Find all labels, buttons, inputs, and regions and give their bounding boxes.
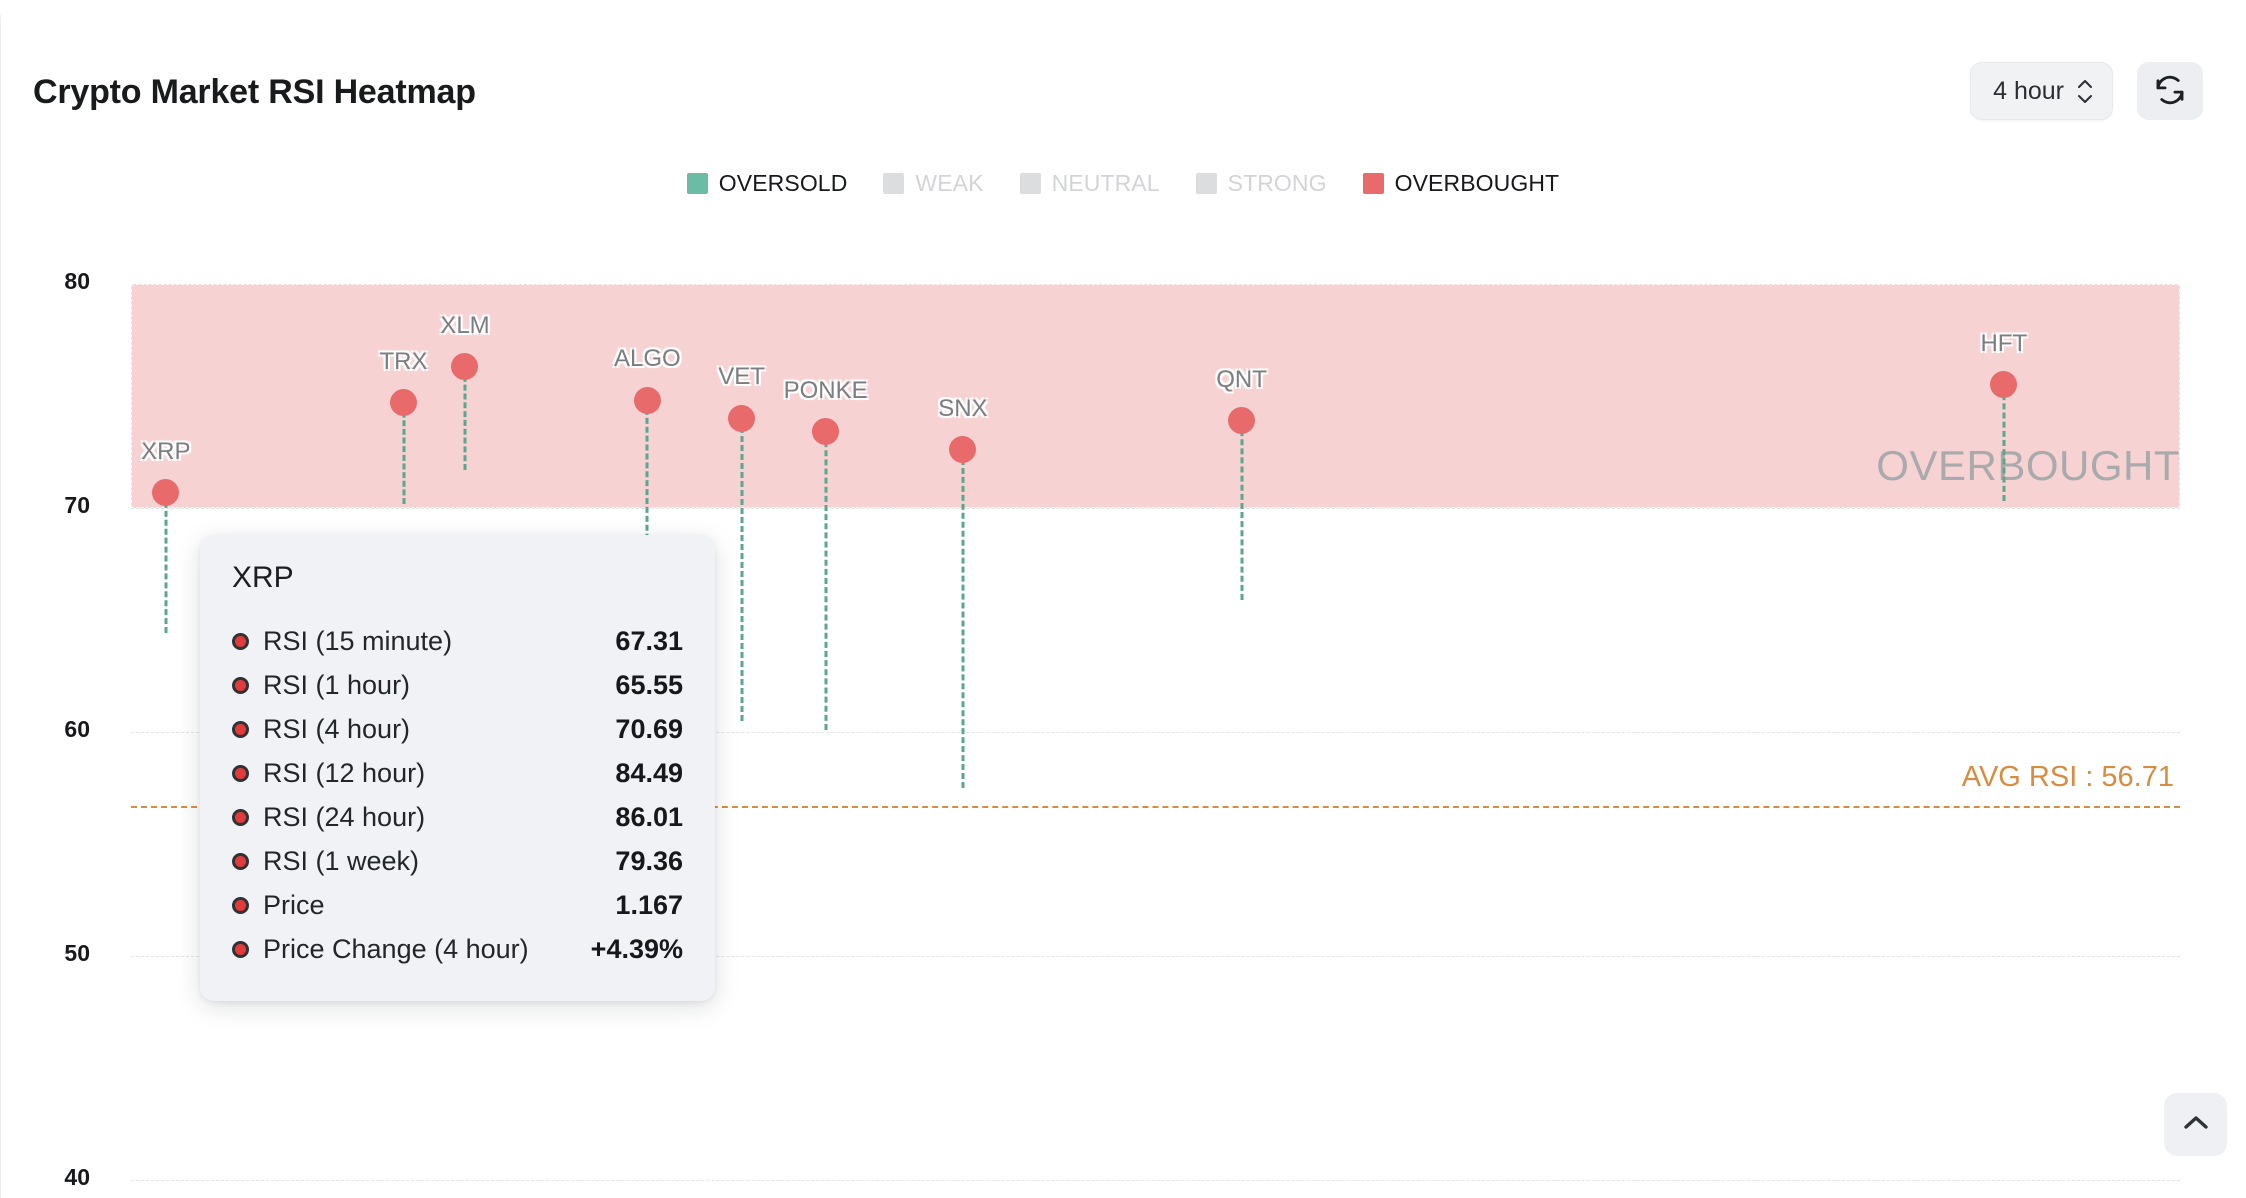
legend-item-label: WEAK bbox=[915, 170, 984, 196]
tooltip-row: RSI (1 week) 79.36 bbox=[232, 839, 683, 883]
marker-label: VET bbox=[718, 363, 765, 391]
tooltip-row-key: RSI (1 week) bbox=[263, 845, 420, 876]
tooltip-row: Price 1.167 bbox=[232, 883, 683, 927]
tooltip-row-key: RSI (1 hour) bbox=[263, 669, 411, 700]
chevron-up-icon bbox=[2181, 1113, 2211, 1136]
marker-label: PONKE bbox=[783, 376, 868, 404]
bullet-icon bbox=[232, 764, 249, 782]
marker-stem bbox=[2002, 384, 2006, 502]
legend-swatch-icon bbox=[883, 173, 905, 194]
legend-item-weak[interactable]: WEAK bbox=[883, 170, 983, 197]
tooltip-row-value: 84.49 bbox=[615, 757, 683, 788]
tooltip-row-key: RSI (4 hour) bbox=[263, 713, 411, 744]
legend: OVERSOLD WEAK NEUTRAL STRONG OVERBOUGHT bbox=[0, 170, 2246, 197]
y-axis-tick-label: 70 bbox=[64, 492, 90, 518]
marker-stem bbox=[740, 418, 744, 721]
tooltip-row-value: 79.36 bbox=[615, 845, 683, 876]
y-axis-tick-label: 40 bbox=[64, 1164, 90, 1190]
overbought-band bbox=[131, 284, 2180, 508]
tooltip-row-value: +4.39% bbox=[590, 933, 683, 964]
tooltip-row: RSI (4 hour) 70.69 bbox=[232, 707, 683, 751]
legend-item-label: NEUTRAL bbox=[1051, 170, 1160, 196]
legend-swatch-icon bbox=[1362, 173, 1384, 194]
legend-item-label: STRONG bbox=[1227, 170, 1327, 196]
marker-label: TRX bbox=[379, 347, 428, 375]
tooltip-rows: RSI (15 minute) 67.31 RSI (1 hour) 65.55 RSI… bbox=[232, 619, 683, 971]
y-axis-tick-label: 80 bbox=[64, 268, 90, 294]
marker-dot[interactable] bbox=[1990, 371, 2018, 399]
tooltip-row-key: RSI (12 hour) bbox=[263, 757, 426, 788]
marker-label: XLM bbox=[440, 311, 490, 339]
header-controls: 4 hour bbox=[1970, 62, 2203, 120]
page-header: Crypto Market RSI Heatmap 4 hour bbox=[0, 0, 2246, 148]
legend-item-oversold[interactable]: OVERSOLD bbox=[686, 170, 848, 197]
tooltip-row-value: 70.69 bbox=[615, 713, 683, 744]
marker-label: QNT bbox=[1216, 365, 1267, 393]
legend-item-strong[interactable]: STRONG bbox=[1195, 170, 1327, 197]
marker-label: ALGO bbox=[613, 345, 681, 373]
marker-dot[interactable] bbox=[152, 479, 180, 507]
legend-swatch-icon bbox=[1195, 173, 1217, 194]
tooltip-row-value: 67.31 bbox=[615, 625, 683, 656]
page-title: Crypto Market RSI Heatmap bbox=[33, 73, 476, 111]
legend-item-label: OVERBOUGHT bbox=[1394, 170, 1560, 196]
chevron-up-down-icon bbox=[2076, 79, 2094, 104]
marker-stem bbox=[1240, 420, 1244, 600]
bullet-icon bbox=[232, 632, 249, 650]
gridline bbox=[131, 1180, 2180, 1181]
marker-dot[interactable] bbox=[812, 418, 840, 446]
legend-swatch-icon bbox=[686, 173, 708, 194]
marker-stem bbox=[463, 366, 467, 470]
marker-stem bbox=[402, 402, 406, 504]
legend-swatch-icon bbox=[1019, 173, 1041, 194]
timeframe-select[interactable]: 4 hour bbox=[1970, 62, 2113, 120]
gridline bbox=[131, 508, 2180, 509]
marker-dot[interactable] bbox=[633, 386, 661, 414]
avg-rsi-label: AVG RSI : 56.71 bbox=[1961, 760, 2174, 793]
legend-item-overbought[interactable]: OVERBOUGHT bbox=[1362, 170, 1560, 197]
overbought-watermark: OVERBOUGHT bbox=[1876, 442, 2180, 489]
rsi-heatmap-page: Crypto Market RSI Heatmap 4 hour OVERSOL… bbox=[0, 0, 2246, 1198]
marker-dot[interactable] bbox=[949, 436, 977, 464]
timeframe-value: 4 hour bbox=[1993, 76, 2064, 105]
tooltip-row-key: RSI (15 minute) bbox=[263, 625, 453, 656]
bullet-icon bbox=[232, 676, 249, 694]
tooltip-row: Price Change (4 hour) +4.39% bbox=[232, 927, 683, 971]
tooltip-row: RSI (15 minute) 67.31 bbox=[232, 619, 683, 663]
tooltip-title: XRP bbox=[232, 561, 294, 594]
bullet-icon bbox=[232, 808, 249, 826]
legend-item-neutral[interactable]: NEUTRAL bbox=[1019, 170, 1160, 197]
tooltip-row-key: Price bbox=[263, 889, 325, 920]
bullet-icon bbox=[232, 896, 249, 914]
tooltip-row: RSI (24 hour) 86.01 bbox=[232, 795, 683, 839]
scroll-to-top-button[interactable] bbox=[2164, 1093, 2227, 1156]
marker-label: SNX bbox=[938, 394, 988, 422]
marker-label: HFT bbox=[1980, 329, 2028, 357]
marker-stem bbox=[164, 492, 168, 634]
tooltip-row: RSI (1 hour) 65.55 bbox=[232, 663, 683, 707]
y-axis-tick-label: 60 bbox=[64, 716, 90, 742]
tooltip-row: RSI (12 hour) 84.49 bbox=[232, 751, 683, 795]
refresh-icon bbox=[2153, 73, 2187, 110]
tooltip-row-key: Price Change (4 hour) bbox=[263, 933, 529, 964]
bullet-icon bbox=[232, 940, 249, 958]
y-axis-tick-label: 50 bbox=[64, 940, 90, 966]
bullet-icon bbox=[232, 720, 249, 738]
marker-dot[interactable] bbox=[451, 353, 479, 381]
tooltip-row-value: 86.01 bbox=[615, 801, 683, 832]
tooltip-row-key: RSI (24 hour) bbox=[263, 801, 426, 832]
marker-stem bbox=[961, 449, 965, 788]
marker-dot[interactable] bbox=[1228, 407, 1256, 435]
tooltip-row-value: 65.55 bbox=[615, 669, 683, 700]
refresh-button[interactable] bbox=[2137, 62, 2203, 120]
legend-item-label: OVERSOLD bbox=[718, 170, 848, 196]
marker-dot[interactable] bbox=[390, 389, 418, 417]
marker-dot[interactable] bbox=[728, 404, 756, 432]
marker-stem bbox=[824, 431, 828, 730]
marker-label: XRP bbox=[141, 437, 191, 465]
bullet-icon bbox=[232, 852, 249, 870]
tooltip-row-value: 1.167 bbox=[615, 889, 683, 920]
tooltip: XRP RSI (15 minute) 67.31 RSI (1 hour) 65.5… bbox=[200, 535, 715, 1001]
